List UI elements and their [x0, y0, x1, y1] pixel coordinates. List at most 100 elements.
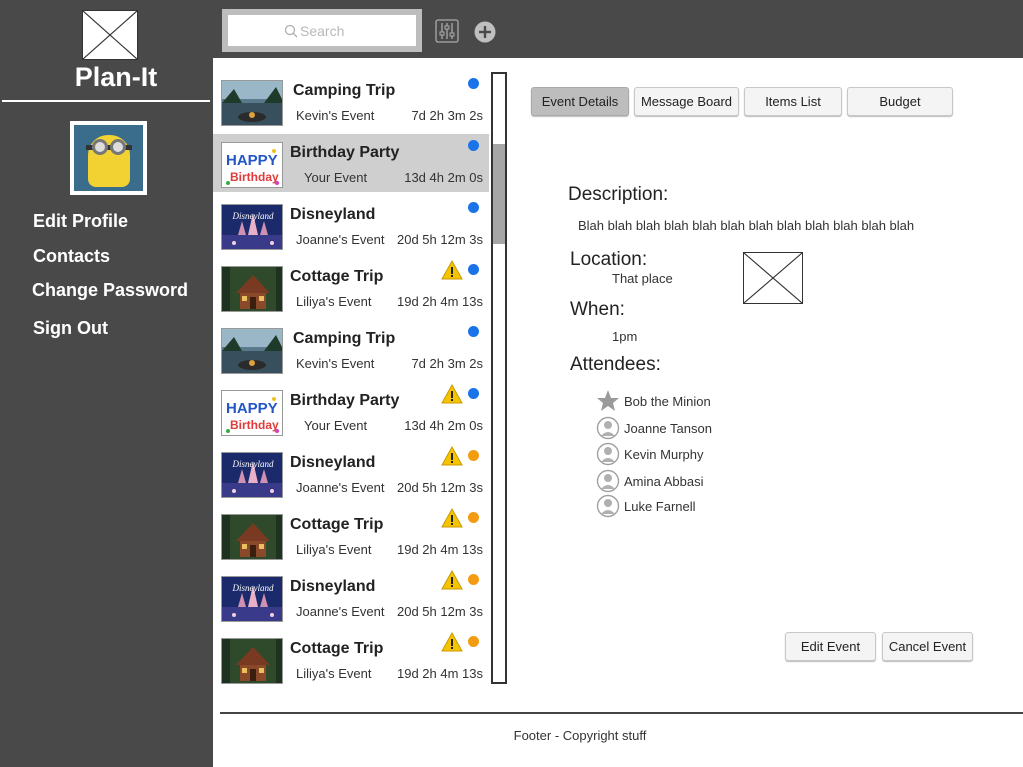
event-owner: Kevin's Event — [296, 108, 375, 123]
status-dot-icon — [468, 388, 479, 399]
event-countdown: 19d 2h 4m 13s — [396, 666, 483, 681]
scrollbar-thumb[interactable] — [493, 144, 505, 244]
event-list-item[interactable]: Disneyland Disneyland Joanne's Event 20d 5h… — [213, 196, 489, 254]
divider — [2, 100, 210, 102]
event-title: Cottage Trip — [290, 640, 384, 657]
when-text: 1pm — [612, 329, 638, 344]
warning-icon — [441, 631, 463, 652]
event-countdown: 20d 5h 12m 3s — [396, 604, 483, 619]
event-countdown: 13d 4h 2m 0s — [404, 170, 483, 185]
tab-budget[interactable]: Budget — [847, 87, 953, 116]
event-owner: Joanne's Event — [296, 604, 385, 619]
person-icon — [596, 494, 620, 518]
event-owner: Your Event — [304, 418, 368, 433]
sidebar: Plan-It Edit Profile Contacts Change Pas… — [0, 0, 213, 767]
event-title: Cottage Trip — [290, 268, 384, 285]
event-title: Birthday Party — [290, 144, 400, 161]
status-dot-icon — [468, 512, 479, 523]
event-thumbnail — [221, 266, 283, 312]
status-dot-icon — [468, 140, 479, 151]
scrollbar[interactable] — [491, 72, 507, 684]
event-list-item[interactable]: Disneyland Disneyland Joanne's Event 20d 5h… — [213, 444, 489, 502]
plus-circle-icon[interactable] — [474, 21, 496, 43]
event-thumbnail: HAPPY Birthday — [221, 390, 283, 436]
event-title: Disneyland — [290, 454, 376, 471]
location-image-placeholder — [743, 252, 803, 304]
warning-icon — [441, 383, 463, 404]
footer-divider — [220, 712, 1023, 714]
tab-event-details[interactable]: Event Details — [531, 87, 629, 116]
event-list-item[interactable]: Disneyland Disneyland Joanne's Event 20d 5h… — [213, 568, 489, 626]
svg-text:HAPPY: HAPPY — [226, 400, 278, 417]
svg-text:Birthday: Birthday — [230, 170, 279, 184]
event-owner: Your Event — [304, 170, 368, 185]
search-icon — [284, 24, 298, 37]
top-bar — [213, 0, 1023, 58]
event-list-item[interactable]: Cottage Trip Liliya's Event 19d 2h 4m 13s — [213, 258, 489, 316]
svg-text:Disneyland: Disneyland — [232, 583, 274, 593]
star-icon — [597, 390, 619, 411]
sidebar-item-edit-profile[interactable]: Edit Profile — [33, 211, 128, 232]
event-owner: Liliya's Event — [296, 666, 372, 681]
event-list-item[interactable]: Camping Trip Kevin's Event 7d 2h 3m 2s — [213, 320, 489, 378]
person-icon — [596, 469, 620, 493]
warning-icon — [441, 507, 463, 528]
footer-text: Footer - Copyright stuff — [513, 728, 647, 743]
attendee-item: Bob the Minion — [596, 389, 711, 413]
attendee-name: Luke Farnell — [624, 498, 696, 514]
svg-text:HAPPY: HAPPY — [226, 152, 278, 169]
event-list-item[interactable]: Camping Trip Kevin's Event 7d 2h 3m 2s — [213, 72, 489, 130]
status-dot-icon — [468, 574, 479, 585]
attendee-name: Bob the Minion — [624, 393, 711, 409]
status-dot-icon — [468, 636, 479, 647]
sidebar-item-contacts[interactable]: Contacts — [33, 246, 110, 267]
location-heading: Location: — [570, 249, 648, 270]
app-title: Plan-It — [74, 62, 158, 92]
tab-items-list[interactable]: Items List — [744, 87, 842, 116]
event-thumbnail: HAPPY Birthday — [221, 142, 283, 188]
event-list-item[interactable]: HAPPY Birthday Birthday Party Your Event 13d… — [213, 382, 489, 440]
when-heading: When: — [570, 299, 625, 320]
tab-message-board[interactable]: Message Board — [634, 87, 739, 116]
attendee-name: Kevin Murphy — [624, 446, 704, 462]
event-title: Disneyland — [290, 578, 376, 595]
attendee-item: Amina Abbasi — [596, 469, 704, 493]
sidebar-item-sign-out[interactable]: Sign Out — [33, 318, 108, 339]
status-dot-icon — [468, 450, 479, 461]
search-input[interactable] — [300, 22, 360, 39]
event-list-item[interactable]: HAPPY Birthday Birthday Party Your Event 13d… — [213, 134, 489, 192]
search-box[interactable] — [228, 15, 416, 46]
warning-icon — [441, 569, 463, 590]
event-owner: Joanne's Event — [296, 480, 385, 495]
warning-icon — [441, 445, 463, 466]
event-list-item[interactable]: Cottage Trip Liliya's Event 19d 2h 4m 13s — [213, 630, 489, 688]
event-list-item[interactable]: Cottage Trip Liliya's Event 19d 2h 4m 13s — [213, 506, 489, 564]
status-dot-icon — [468, 202, 479, 213]
edit-event-button[interactable]: Edit Event — [785, 632, 876, 661]
event-list: Camping Trip Kevin's Event 7d 2h 3m 2s HAPP… — [213, 72, 493, 684]
attendee-item: Kevin Murphy — [596, 442, 703, 466]
cancel-event-button[interactable]: Cancel Event — [882, 632, 973, 661]
sliders-icon[interactable] — [435, 19, 459, 43]
avatar[interactable] — [70, 121, 147, 195]
location-text: That place — [612, 271, 673, 286]
person-icon — [596, 416, 620, 440]
event-owner: Liliya's Event — [296, 294, 372, 309]
person-icon — [596, 442, 620, 466]
sidebar-item-change-password[interactable]: Change Password — [32, 280, 188, 301]
event-thumbnail: Disneyland — [221, 204, 283, 250]
event-owner: Kevin's Event — [296, 356, 375, 371]
event-countdown: 19d 2h 4m 13s — [396, 294, 483, 309]
event-thumbnail — [221, 514, 283, 560]
event-title: Cottage Trip — [290, 516, 384, 533]
status-dot-icon — [468, 326, 479, 337]
event-countdown: 20d 5h 12m 3s — [396, 480, 483, 495]
event-thumbnail — [221, 328, 283, 374]
event-thumbnail — [221, 638, 283, 684]
event-countdown: 20d 5h 12m 3s — [396, 232, 483, 247]
event-title: Birthday Party — [290, 392, 400, 409]
warning-icon — [441, 259, 463, 280]
event-thumbnail — [221, 80, 283, 126]
attendee-item: Luke Farnell — [596, 494, 696, 518]
event-title: Disneyland — [290, 206, 376, 223]
